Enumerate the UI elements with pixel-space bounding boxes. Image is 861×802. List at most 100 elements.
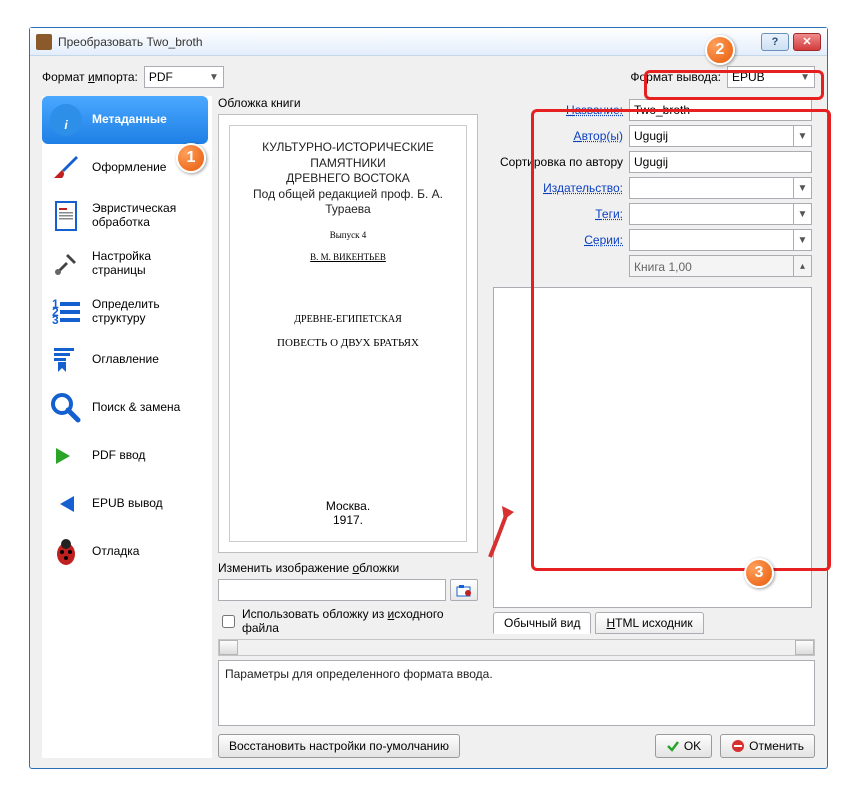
annotation-badge-3: 3: [744, 558, 774, 588]
folder-open-icon: [456, 582, 472, 598]
tags-combo[interactable]: ▼: [629, 203, 812, 225]
convert-dialog: Преобразовать Two_broth ? ✕ Формат импор…: [29, 27, 828, 769]
sidebar-item-pdf-input[interactable]: PDF ввод: [42, 432, 208, 480]
brush-icon: [48, 150, 84, 186]
cover-frame: КУЛЬТУРНО-ИСТОРИЧЕСКИЕ ПАМЯТНИКИ ДРЕВНЕГ…: [218, 114, 478, 553]
cover-text: ДРЕВНЕГО ВОСТОКА: [238, 171, 458, 187]
sidebar-item-epub-output[interactable]: EPUB вывод: [42, 480, 208, 528]
use-source-cover-checkbox[interactable]: [222, 615, 235, 628]
annotation-badge-1: 1: [176, 143, 206, 173]
series-combo[interactable]: ▼: [629, 229, 812, 251]
arrow-left-icon: [48, 486, 84, 522]
publisher-combo[interactable]: ▼: [629, 177, 812, 199]
check-icon: [666, 739, 680, 753]
sidebar-item-label: Определить структуру: [92, 298, 202, 326]
close-button[interactable]: ✕: [793, 33, 821, 51]
cover-text: Москва.: [326, 499, 370, 513]
arrow-right-icon: [48, 438, 84, 474]
sidebar-item-label: Отладка: [92, 545, 139, 559]
sidebar-item-heuristic[interactable]: Эвристическая обработка: [42, 192, 208, 240]
horizontal-scrollbar[interactable]: [218, 639, 815, 656]
bug-icon: [48, 534, 84, 570]
series-label: Серии:: [493, 233, 623, 247]
document-icon: [48, 198, 84, 234]
browse-cover-button[interactable]: [450, 579, 478, 601]
import-format-combo[interactable]: PDF ▼: [144, 66, 224, 88]
author-sort-label: Сортировка по автору: [493, 155, 623, 169]
sidebar-item-label: Поиск & замена: [92, 401, 180, 415]
publisher-label: Издательство:: [493, 181, 623, 195]
output-format-combo[interactable]: EPUB ▼: [727, 66, 815, 88]
author-label: Автор(ы): [493, 129, 623, 143]
help-button[interactable]: ?: [761, 33, 789, 51]
cover-text: 1917.: [326, 513, 370, 527]
dropdown-arrow-icon: ▼: [800, 72, 810, 83]
tags-label: Теги:: [493, 207, 623, 221]
spinner-buttons-icon[interactable]: ▴: [793, 256, 811, 276]
import-format-label: Формат импорта:: [42, 70, 138, 84]
change-cover-label: Изменить изображение обложки: [218, 561, 478, 575]
dropdown-arrow-icon: ▼: [793, 204, 811, 224]
sidebar-item-page-setup[interactable]: Настройка страницы: [42, 240, 208, 288]
sidebar-item-structure[interactable]: 123 Определить структуру: [42, 288, 208, 336]
search-icon: [48, 390, 84, 426]
dropdown-arrow-icon: ▼: [793, 126, 811, 146]
sidebar-item-label: Эвристическая обработка: [92, 202, 202, 230]
ok-button[interactable]: OK: [655, 734, 712, 758]
dropdown-arrow-icon: ▼: [793, 230, 811, 250]
sidebar-item-search-replace[interactable]: Поиск & замена: [42, 384, 208, 432]
help-text: Параметры для определенного формата ввод…: [218, 660, 815, 726]
sidebar: i Метаданные Оформление Эвристическая об…: [42, 96, 212, 758]
series-index-spinner[interactable]: ▴: [629, 255, 812, 277]
cancel-icon: [731, 739, 745, 753]
window-title: Преобразовать Two_broth: [58, 35, 757, 49]
sidebar-item-debug[interactable]: Отладка: [42, 528, 208, 576]
app-icon: [36, 34, 52, 50]
dropdown-arrow-icon: ▼: [209, 72, 219, 83]
metadata-form: Название: Автор(ы) ▼ Сортировка по автор…: [486, 96, 815, 635]
tab-normal-view[interactable]: Обычный вид: [493, 612, 591, 634]
sidebar-item-label: Настройка страницы: [92, 250, 202, 278]
sidebar-item-label: EPUB вывод: [92, 497, 163, 511]
sidebar-item-toc[interactable]: Оглавление: [42, 336, 208, 384]
author-combo[interactable]: ▼: [629, 125, 812, 147]
cover-group-title: Обложка книги: [218, 96, 478, 110]
cover-section: Обложка книги КУЛЬТУРНО-ИСТОРИЧЕСКИЕ ПАМ…: [218, 96, 478, 635]
cancel-button[interactable]: Отменить: [720, 734, 815, 758]
output-format-label: Формат вывода:: [630, 70, 721, 84]
toc-icon: [48, 342, 84, 378]
tab-html-source[interactable]: HTML исходник: [595, 612, 703, 634]
tools-icon: [48, 246, 84, 282]
annotation-badge-2: 2: [705, 35, 735, 65]
sidebar-item-label: Оглавление: [92, 353, 159, 367]
use-source-cover-label: Использовать обложку из исходного файла: [242, 607, 478, 635]
author-sort-input[interactable]: [629, 151, 812, 173]
format-row: Формат импорта: PDF ▼ Формат вывода: EPU…: [42, 66, 815, 88]
content-area: Формат импорта: PDF ▼ Формат вывода: EPU…: [30, 56, 827, 768]
cover-preview: КУЛЬТУРНО-ИСТОРИЧЕСКИЕ ПАМЯТНИКИ ДРЕВНЕГ…: [229, 125, 467, 542]
output-format-value: EPUB: [732, 70, 765, 84]
cover-path-input[interactable]: [218, 579, 446, 601]
dropdown-arrow-icon: ▼: [793, 178, 811, 198]
cover-text: В. М. ВИКЕНТЬЕВ: [310, 252, 386, 262]
restore-defaults-button[interactable]: Восстановить настройки по-умолчанию: [218, 734, 460, 758]
main-area: i Метаданные Оформление Эвристическая об…: [42, 96, 815, 758]
center-panel: Обложка книги КУЛЬТУРНО-ИСТОРИЧЕСКИЕ ПАМ…: [218, 96, 815, 758]
title-input[interactable]: [629, 99, 812, 121]
annotation-arrow: [480, 502, 520, 562]
title-label: Название:: [493, 103, 623, 117]
button-row: Восстановить настройки по-умолчанию OK О…: [218, 734, 815, 758]
sidebar-item-label: Метаданные: [92, 113, 167, 127]
svg-text:3: 3: [52, 313, 59, 327]
cover-text: ДРЕВНЕ-ЕГИПЕТСКАЯ: [294, 314, 402, 325]
cover-text: Под общей редакцией проф. Б. А. Тураева: [238, 187, 458, 218]
sidebar-item-metadata[interactable]: i Метаданные: [42, 96, 208, 144]
info-icon: i: [48, 102, 84, 138]
import-format-value: PDF: [149, 70, 173, 84]
sidebar-item-label: Оформление: [92, 161, 166, 175]
cover-text: КУЛЬТУРНО-ИСТОРИЧЕСКИЕ ПАМЯТНИКИ: [238, 140, 458, 171]
sidebar-item-label: PDF ввод: [92, 449, 145, 463]
list-icon: 123: [48, 294, 84, 330]
cover-text: Выпуск 4: [330, 230, 366, 240]
cover-text: ПОВЕСТЬ О ДВУХ БРАТЬЯХ: [277, 337, 419, 349]
